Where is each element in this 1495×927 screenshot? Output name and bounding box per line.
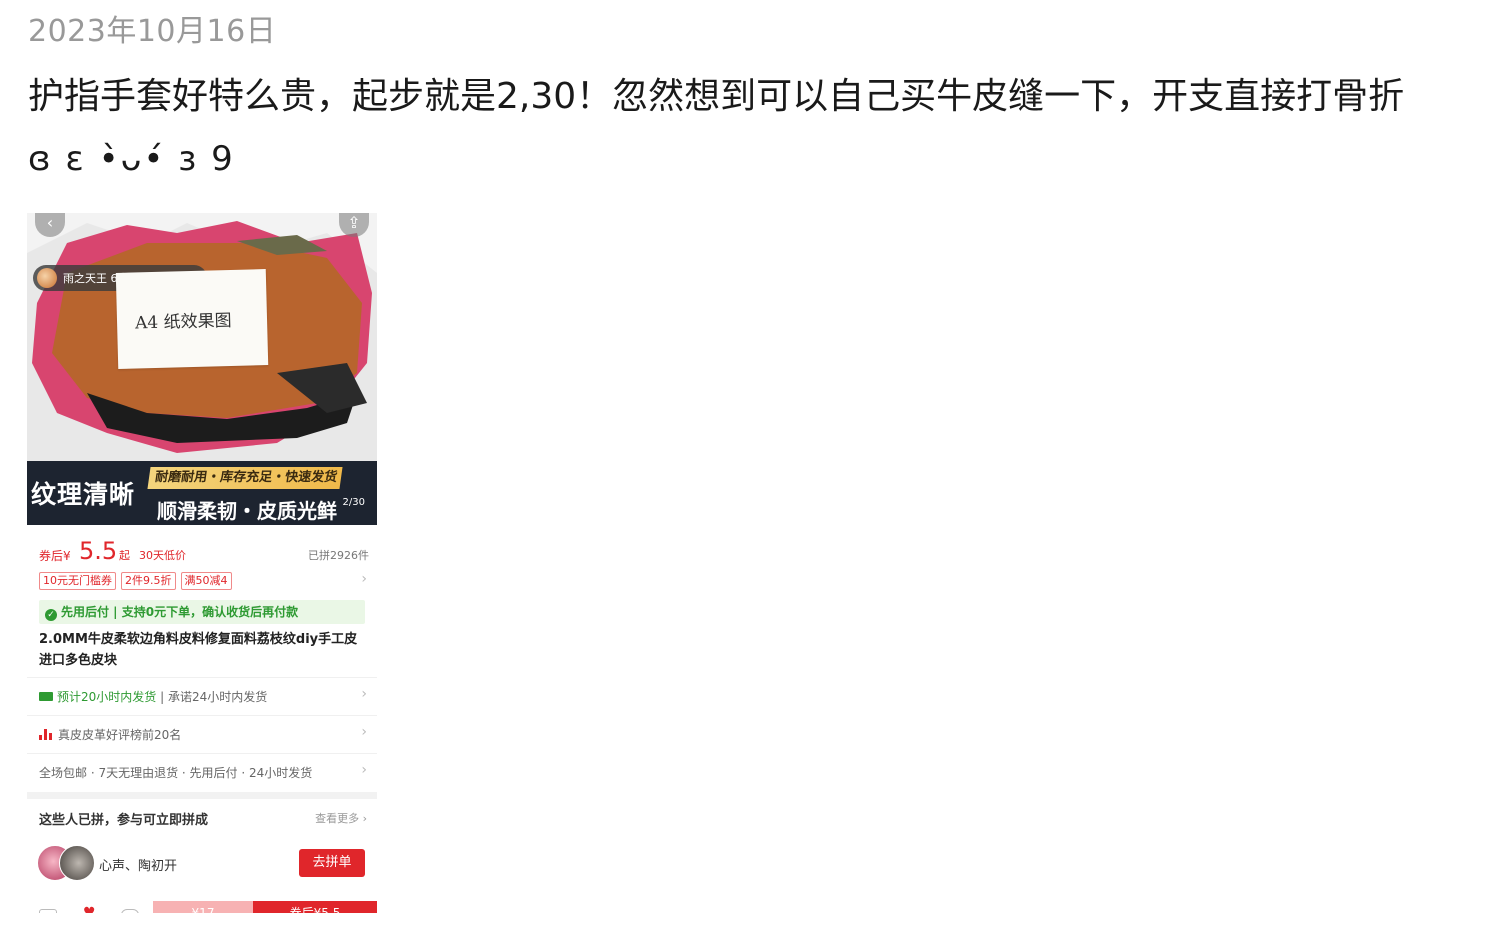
single-buy-button[interactable]: ¥17: [153, 901, 253, 913]
group-more-link[interactable]: 查看更多 ›: [315, 810, 367, 826]
chevron-right-icon: ›: [361, 686, 367, 702]
paper-label: A4 纸效果图: [134, 310, 232, 334]
service-row[interactable]: 全场包邮 · 7天无理由退货 · 先用后付 · 24小时发货 ›: [27, 753, 377, 790]
join-group-button[interactable]: 去拼单: [299, 849, 365, 877]
ship-estimate: 预计20小时内发货: [57, 690, 157, 704]
low-price-badge: 30天低价: [139, 549, 186, 562]
product-hero-image[interactable]: ‹ ⇪ 雨之天王 6小时前拼单成功! A4 纸效果图 纹理清晰 耐磨耐用・库存充…: [27, 213, 377, 525]
pay-later-row[interactable]: ✓ 先用后付 | 支持0元下单，确认收货后再付款: [39, 600, 365, 624]
product-screenshot[interactable]: ‹ ⇪ 雨之天王 6小时前拼单成功! A4 纸效果图 纹理清晰 耐磨耐用・库存充…: [27, 213, 377, 913]
truck-icon: [39, 692, 53, 701]
rank-bars-icon: [39, 729, 52, 740]
price-prefix: 券后¥: [39, 549, 71, 563]
post-text: 护指手套好特么贵，起步就是2,30！忽然想到可以自己买牛皮缝一下，开支直接打骨折…: [28, 66, 1468, 190]
sold-count: 已拼2926件: [308, 549, 369, 562]
banner-left-text: 纹理清晰: [31, 480, 136, 509]
group-member-names: 心声、陶初开: [99, 859, 178, 874]
image-counter: 2/30: [342, 497, 365, 508]
post-emoticon: ɞ ɛ •̀ᴗ•́ з 9: [28, 139, 235, 179]
back-icon: ‹: [46, 213, 54, 232]
post-date: 2023年10月16日: [28, 14, 277, 49]
pay-later-text: 先用后付 | 支持0元下单，确认收货后再付款: [61, 605, 299, 619]
toast-avatar: [37, 268, 57, 288]
rank-text: 真皮皮革好评榜前20名: [58, 728, 182, 742]
chevron-right-icon: ›: [361, 724, 367, 740]
coupon-tag[interactable]: 满50减4: [180, 572, 232, 590]
shipping-row[interactable]: 预计20小时内发货 | 承诺24小时内发货 ›: [27, 677, 377, 714]
a4-paper: A4 纸效果图: [115, 269, 269, 369]
chevron-right-icon[interactable]: ›: [361, 571, 367, 587]
chevron-right-icon: ›: [361, 762, 367, 778]
heart-icon[interactable]: ♥: [83, 905, 96, 913]
share-icon: ⇪: [347, 213, 361, 232]
check-shield-icon: ✓: [45, 609, 57, 621]
banner-right-text: 顺滑柔韧・皮质光鲜: [157, 499, 337, 523]
coupon-tag[interactable]: 2件9.5折: [121, 572, 176, 590]
group-heading: 这些人已拼，参与可立即拼成: [39, 813, 209, 828]
price-row: 券后¥ 5.5 起 30天低价 已拼2926件: [39, 537, 369, 565]
section-gap: [27, 792, 377, 799]
bottom-action-bar: ♥ ¥17 券后¥5.5: [27, 901, 377, 913]
service-text: 全场包邮 · 7天无理由退货 · 先用后付 · 24小时发货: [39, 766, 313, 780]
rank-row[interactable]: 真皮皮革好评榜前20名 ›: [27, 715, 377, 752]
coupon-tag[interactable]: 10元无门槛券: [39, 572, 116, 590]
ship-promise: | 承诺24小时内发货: [156, 690, 268, 704]
coupon-list[interactable]: 10元无门槛券 2件9.5折 满50减4: [39, 572, 232, 590]
banner-tag: 耐磨耐用・库存充足・快速发货: [147, 467, 343, 489]
group-buy-button[interactable]: 券后¥5.5: [253, 901, 377, 913]
store-icon[interactable]: [39, 909, 57, 913]
avatar: [59, 845, 95, 881]
price-suffix: 起: [119, 549, 130, 562]
hero-banner: 纹理清晰 耐磨耐用・库存充足・快速发货 顺滑柔韧・皮质光鲜: [27, 461, 377, 525]
product-title: 2.0MM牛皮柔软边角料皮料修复面料荔枝纹diy手工皮进口多色皮块: [39, 632, 358, 668]
post-body: 护指手套好特么贵，起步就是2,30！忽然想到可以自己买牛皮缝一下，开支直接打骨折: [28, 76, 1405, 117]
price-value: 5.5: [79, 537, 118, 565]
group-avatars: [37, 845, 95, 881]
chat-icon[interactable]: [121, 909, 139, 913]
